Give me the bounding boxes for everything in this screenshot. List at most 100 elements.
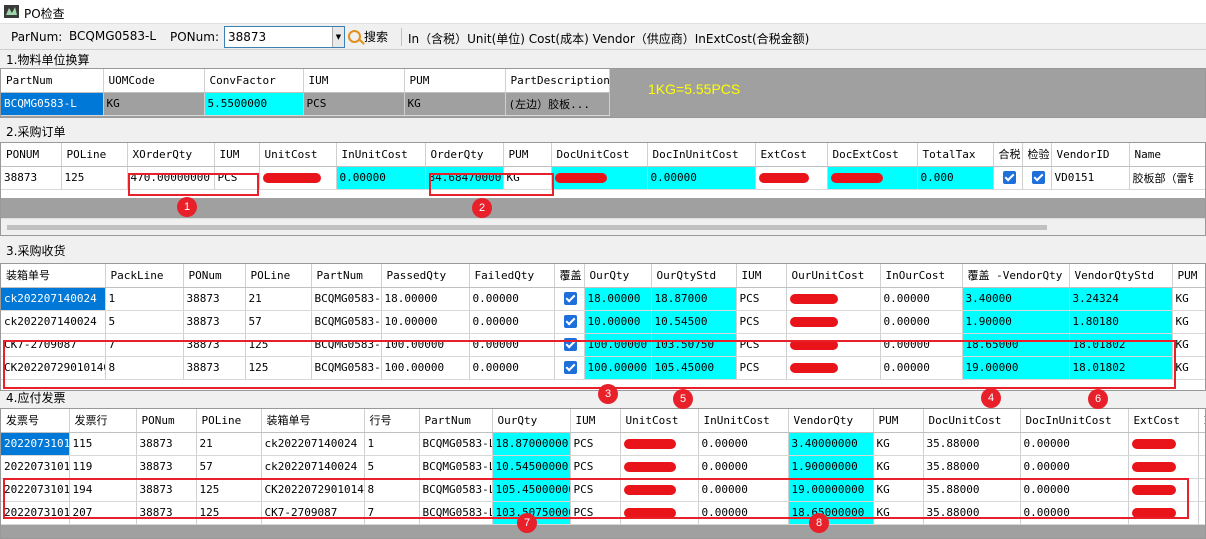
column-header[interactable]: OrderQty <box>425 143 504 167</box>
table-cell[interactable]: 0.00000 <box>469 287 555 311</box>
invoice-grid[interactable]: 发票号 发票行 PONum POLine 装箱单号 行号 PartNum OurQty IUM U… <box>0 408 1206 539</box>
table-cell[interactable]: PCS <box>570 432 621 456</box>
column-header[interactable]: ExtCost <box>755 143 828 167</box>
column-header[interactable]: PackLine <box>105 264 184 288</box>
column-header[interactable]: 发票行 <box>69 409 137 433</box>
column-header[interactable]: UnitCost <box>259 143 337 167</box>
table-cell[interactable]: 0.00000 <box>647 166 756 190</box>
checkbox-cell[interactable] <box>1022 166 1052 190</box>
table-cell[interactable]: 2022073101 <box>1 455 70 479</box>
table-cell[interactable]: KG <box>103 92 205 116</box>
column-header[interactable]: DocInUnitCost <box>1020 409 1129 433</box>
column-header[interactable]: Name <box>1129 143 1205 167</box>
column-header[interactable]: OurQty <box>584 264 652 288</box>
checkbox-cell[interactable] <box>993 166 1023 190</box>
table-cell[interactable]: ck202207140024 <box>1 310 106 334</box>
column-header[interactable]: InUnitCost <box>698 409 789 433</box>
checkbox-checked-icon[interactable] <box>563 292 577 306</box>
po-horizontal-scrollbar[interactable] <box>1 218 1205 235</box>
table-cell[interactable]: 10.54500 <box>651 310 737 334</box>
table-cell[interactable]: 35.88000 <box>923 432 1021 456</box>
column-header[interactable]: DocInUnitCost <box>647 143 756 167</box>
column-header[interactable]: PartNum <box>311 264 382 288</box>
table-cell[interactable] <box>1198 501 1205 525</box>
table-cell[interactable]: VD0151 <box>1051 166 1130 190</box>
column-header[interactable]: VendorQty <box>788 409 874 433</box>
column-header[interactable]: PassedQty <box>381 264 470 288</box>
table-cell[interactable]: KG <box>873 455 924 479</box>
column-header[interactable]: IUM <box>736 264 787 288</box>
column-header[interactable]: 覆盖 <box>554 264 585 288</box>
table-cell[interactable]: 1 <box>364 432 420 456</box>
table-cell[interactable]: KG <box>1172 356 1205 380</box>
column-header[interactable]: ExtCost <box>1128 409 1199 433</box>
table-cell[interactable]: 2022073101 <box>1 432 70 456</box>
table-cell[interactable]: 35.88000 <box>923 455 1021 479</box>
table-cell[interactable]: KG <box>404 92 506 116</box>
column-header[interactable]: 检验 <box>1022 143 1052 167</box>
table-row[interactable]: 2022073101 115 38873 21 ck202207140024 1 BCQMG… <box>1 432 1205 456</box>
table-row[interactable]: ck202207140024 5 38873 57 BCQMG0583-L 10.0000… <box>1 310 1205 334</box>
table-cell[interactable]: KG <box>873 432 924 456</box>
table-cell[interactable]: 0.00000 <box>1020 432 1129 456</box>
table-cell[interactable]: 38873 <box>183 310 246 334</box>
table-cell[interactable]: (左边）胶板... <box>505 92 610 116</box>
column-header[interactable]: PUM <box>503 143 552 167</box>
column-header[interactable]: OurQtyStd <box>651 264 737 288</box>
table-cell[interactable]: KG <box>1172 333 1205 357</box>
table-row[interactable]: 2022073101 119 38873 57 ck202207140024 5 BCQMG… <box>1 455 1205 479</box>
table-cell[interactable]: 1.90000000 <box>788 455 874 479</box>
column-header[interactable]: InOurCost <box>880 264 963 288</box>
table-cell[interactable]: 3.40000 <box>962 287 1070 311</box>
table-cell[interactable]: 5 <box>105 310 184 334</box>
column-header[interactable]: IUM <box>303 69 405 93</box>
checkbox-checked-icon[interactable] <box>1031 171 1045 185</box>
table-cell[interactable]: 57 <box>245 310 312 334</box>
column-header[interactable]: POLine <box>196 409 262 433</box>
table-cell[interactable]: BCQMG0583-L <box>311 310 382 334</box>
column-header[interactable]: DocUnitCost <box>923 409 1021 433</box>
table-cell[interactable]: BCQMG0583-L <box>1 92 104 116</box>
column-header[interactable]: XOrderQty <box>127 143 215 167</box>
column-header[interactable]: 装箱单号 <box>1 264 106 288</box>
column-header[interactable]: PUM <box>873 409 924 433</box>
parnum-field[interactable]: BCQMG0583-L <box>66 27 164 47</box>
table-cell[interactable]: 5.5500000 <box>204 92 304 116</box>
table-cell[interactable]: 115 <box>69 432 137 456</box>
column-header[interactable]: TotalTax <box>917 143 994 167</box>
chevron-down-icon[interactable]: ▼ <box>332 27 344 47</box>
table-cell[interactable]: 18.87000 <box>651 287 737 311</box>
table-cell[interactable] <box>1198 432 1205 456</box>
table-cell[interactable] <box>1198 455 1205 479</box>
column-header[interactable]: PartDescription <box>505 69 610 93</box>
column-header[interactable]: DocExtCost <box>827 143 918 167</box>
table-cell[interactable]: BCQMG0583-L <box>311 287 382 311</box>
checkbox-checked-icon[interactable] <box>563 315 577 329</box>
column-header[interactable]: UOMCode <box>103 69 205 93</box>
table-cell[interactable]: 10.54500000 <box>492 455 571 479</box>
ponum-combobox[interactable]: 38873 ▼ <box>224 26 345 48</box>
table-cell[interactable]: 0.00000 <box>698 432 789 456</box>
search-button[interactable]: 搜索 <box>348 26 396 48</box>
table-cell[interactable]: 38873 <box>136 432 197 456</box>
column-header[interactable]: POLine <box>245 264 312 288</box>
column-header[interactable]: PUM <box>404 69 506 93</box>
table-cell[interactable]: 0.00000 <box>698 455 789 479</box>
column-header[interactable]: VendorQtyStd <box>1069 264 1173 288</box>
table-cell[interactable]: 21 <box>245 287 312 311</box>
table-cell[interactable]: 0.000 <box>917 166 994 190</box>
column-header[interactable]: UnitCost <box>620 409 699 433</box>
table-cell[interactable] <box>1198 478 1205 502</box>
table-cell[interactable]: 3.24324 <box>1069 287 1173 311</box>
table-cell[interactable]: ck202207140024 <box>261 432 365 456</box>
checkbox-cell[interactable] <box>554 287 585 311</box>
table-cell[interactable]: 38873 <box>136 455 197 479</box>
column-header[interactable]: IUM <box>214 143 260 167</box>
table-cell[interactable]: 38873 <box>183 287 246 311</box>
table-cell[interactable]: 57 <box>196 455 262 479</box>
table-cell[interactable]: ck202207140024 <box>1 287 106 311</box>
uom-grid[interactable]: PartNum UOMCode ConvFactor IUM PUM PartDescri… <box>0 68 1206 118</box>
column-header[interactable]: 覆盖 -VendorQty <box>962 264 1070 288</box>
column-header[interactable]: FailedQty <box>469 264 555 288</box>
column-header[interactable]: 发票号 <box>1 409 70 433</box>
